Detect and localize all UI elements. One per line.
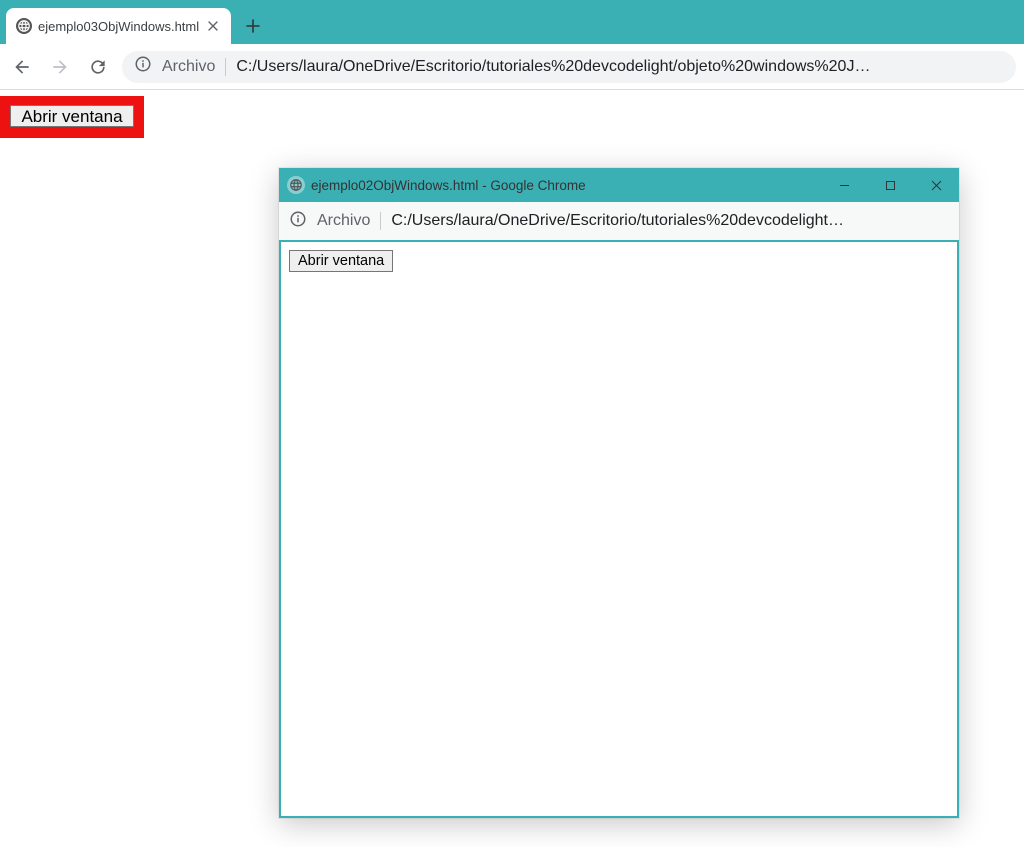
close-button[interactable] (913, 168, 959, 202)
info-icon (289, 210, 307, 233)
popup-window-controls (821, 168, 959, 202)
tab-close-icon[interactable] (205, 18, 221, 34)
popup-window: ejemplo02ObjWindows.html - Google Chrome… (279, 168, 959, 818)
tab-title: ejemplo03ObjWindows.html (38, 19, 199, 34)
popup-address-path: C:/Users/laura/OneDrive/Escritorio/tutor… (391, 212, 844, 230)
popup-titlebar[interactable]: ejemplo02ObjWindows.html - Google Chrome (279, 168, 959, 202)
popup-title: ejemplo02ObjWindows.html - Google Chrome (311, 178, 821, 193)
maximize-button[interactable] (867, 168, 913, 202)
browser-tab[interactable]: ejemplo03ObjWindows.html (6, 8, 231, 44)
address-scheme-label: Archivo (162, 58, 215, 76)
address-path: C:/Users/laura/OneDrive/Escritorio/tutor… (236, 58, 870, 76)
new-tab-button[interactable] (239, 12, 267, 40)
popup-open-window-button[interactable]: Abrir ventana (289, 250, 393, 272)
popup-scheme-label: Archivo (317, 212, 370, 230)
popup-viewport: Abrir ventana (279, 242, 959, 818)
address-separator (225, 58, 226, 76)
address-bar[interactable]: Archivo C:/Users/laura/OneDrive/Escritor… (122, 51, 1016, 83)
popup-address-bar[interactable]: Archivo C:/Users/laura/OneDrive/Escritor… (279, 202, 959, 242)
minimize-button[interactable] (821, 168, 867, 202)
main-viewport: Abrir ventana ejemplo02ObjWindows.html -… (0, 90, 1024, 847)
address-separator (380, 212, 381, 230)
main-tab-bar: ejemplo03ObjWindows.html (0, 0, 1024, 44)
globe-icon (16, 18, 32, 34)
annotation-highlight: Abrir ventana (0, 96, 144, 138)
forward-button[interactable] (46, 53, 74, 81)
back-button[interactable] (8, 53, 36, 81)
info-icon (134, 55, 152, 78)
main-toolbar: Archivo C:/Users/laura/OneDrive/Escritor… (0, 44, 1024, 90)
open-window-button[interactable]: Abrir ventana (10, 105, 134, 127)
globe-icon (287, 176, 305, 194)
reload-button[interactable] (84, 53, 112, 81)
